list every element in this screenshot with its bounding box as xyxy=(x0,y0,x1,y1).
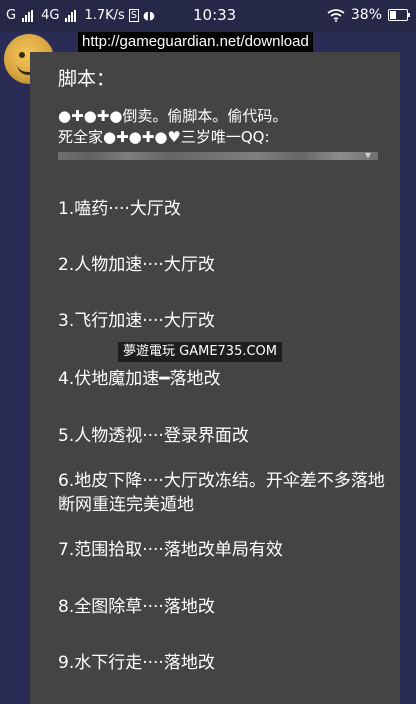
signal-icon xyxy=(22,9,34,22)
signal-icon-2 xyxy=(65,9,77,22)
script-dialog: 脚本： ●✚●✚●倒卖。偷脚本。偷代码。 死全家●✚●✚●♥三岁唯一QQ: ▾ … xyxy=(30,52,400,704)
dialog-title: 脚本： xyxy=(58,68,116,90)
description-line-1: ●✚●✚●倒卖。偷脚本。偷代码。 xyxy=(58,107,288,125)
chevron-down-icon: ▾ xyxy=(365,148,372,162)
menu-item-1[interactable]: 1.嗑药····大厅改 xyxy=(58,197,393,221)
menu-item-2[interactable]: 2.人物加速····大厅改 xyxy=(58,253,393,277)
menu-item-7[interactable]: 7.范围拾取····落地改单局有效 xyxy=(58,538,393,562)
watermark: 夢遊電玩 GAME735.COM xyxy=(118,342,283,362)
menu-item-4[interactable]: 4.伏地魔加速━落地改 xyxy=(58,367,393,391)
net-speed: 1.7K/s xyxy=(84,8,125,23)
sim-badge-icon: S xyxy=(128,9,140,22)
carrier-label: G xyxy=(6,8,17,23)
url-banner: http://gameguardian.net/download xyxy=(78,32,313,52)
battery-icon xyxy=(388,9,410,21)
menu-item-6[interactable]: 6.地皮下降····大厅改冻结。开伞差不多落地断网重连完美遁地 xyxy=(58,469,393,517)
menu-item-5[interactable]: 5.人物透视····登录界面改 xyxy=(58,424,393,448)
menu-item-8[interactable]: 8.全图除草····落地改 xyxy=(58,595,393,619)
description-line-2: 死全家●✚●✚●♥三岁唯一QQ: xyxy=(58,128,270,146)
network-type: 4G xyxy=(41,8,60,23)
dialog-description: ●✚●✚●倒卖。偷脚本。偷代码。 死全家●✚●✚●♥三岁唯一QQ: xyxy=(58,106,388,148)
vibrate-icon: ◖◗ xyxy=(143,9,155,22)
blurred-qq-number xyxy=(58,152,378,160)
status-bar: G 4G 1.7K/s S ◖◗ 10:33 38% xyxy=(0,0,416,32)
clock: 10:33 xyxy=(193,6,237,24)
menu-item-3[interactable]: 3.飞行加速····大厅改 xyxy=(58,309,393,333)
wifi-icon xyxy=(327,8,345,22)
menu-item-9[interactable]: 9.水下行走····落地改 xyxy=(58,651,393,675)
battery-percent: 38% xyxy=(350,7,382,23)
